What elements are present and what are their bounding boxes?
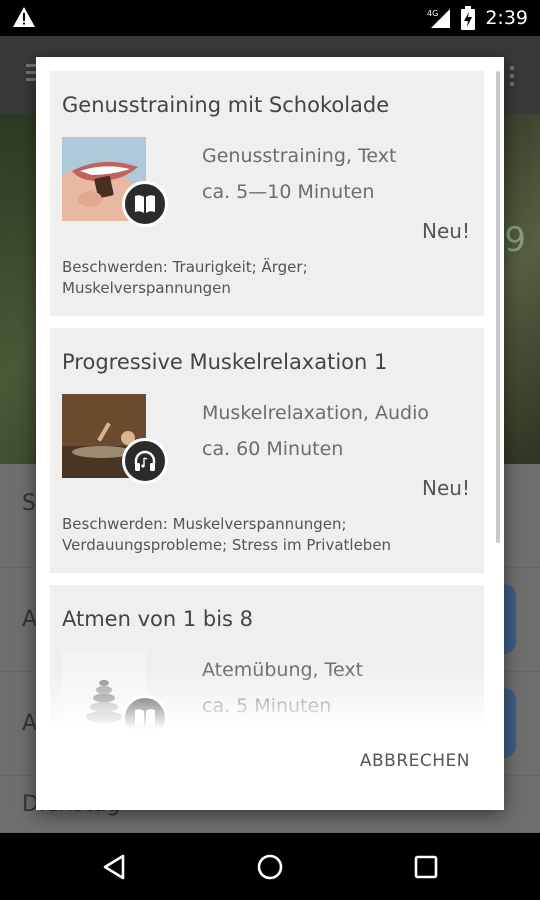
exercise-card-atmen[interactable]: Atmen von 1 bis 8 Atemübung, Text ca. 5 …: [50, 585, 484, 729]
headphones-icon: [122, 438, 168, 484]
navigation-bar: [0, 833, 540, 900]
signal-icon: 4G: [427, 9, 451, 28]
list-scrollbar[interactable]: [496, 71, 500, 543]
card-title: Atmen von 1 bis 8: [62, 607, 254, 631]
new-badge: Neu!: [422, 219, 470, 243]
card-type: Genusstraining, Text: [202, 145, 397, 167]
hero-number: 9: [504, 220, 526, 260]
back-button[interactable]: [96, 849, 132, 885]
card-duration: ca. 5—10 Minuten: [202, 181, 375, 203]
recents-button[interactable]: [408, 849, 444, 885]
exercise-card-muskelrelaxation[interactable]: Progressive Muskelrelaxation 1 Muskelrel…: [50, 328, 484, 573]
card-complaints: Beschwerden: Muskelverspannungen; Verdau…: [62, 515, 392, 554]
book-icon: [122, 695, 168, 729]
cancel-button[interactable]: ABBRECHEN: [360, 751, 470, 771]
card-title: Genusstraining mit Schokolade: [62, 93, 390, 117]
recents-icon: [414, 855, 438, 879]
warning-icon: [13, 7, 35, 27]
dialog-actions: ABBRECHEN: [36, 729, 504, 810]
clock: 2:39: [485, 7, 528, 29]
book-icon: [122, 181, 168, 227]
exercise-card-genusstraining[interactable]: Genusstraining mit Schokolade Genusstrai…: [50, 71, 484, 316]
exercise-list[interactable]: Genusstraining mit Schokolade Genusstrai…: [36, 57, 504, 729]
network-label: 4G: [427, 9, 438, 18]
status-bar: 4G 2:39: [0, 0, 540, 36]
card-type: Atemübung, Text: [202, 659, 364, 681]
card-title: Progressive Muskelrelaxation 1: [62, 350, 388, 374]
card-duration: ca. 5 Minuten: [202, 695, 332, 717]
card-type: Muskelrelaxation, Audio: [202, 402, 429, 424]
card-complaints: Beschwerden: Traurigkeit; Ärger; Muskelv…: [62, 258, 308, 297]
battery-charging-icon: [461, 6, 476, 30]
home-button[interactable]: [252, 849, 288, 885]
home-icon: [257, 854, 283, 880]
new-badge: Neu!: [422, 476, 470, 500]
overflow-menu-icon: [510, 66, 514, 70]
card-duration: ca. 60 Minuten: [202, 438, 344, 460]
exercise-picker-dialog: Genusstraining mit Schokolade Genusstrai…: [36, 57, 504, 810]
back-icon: [103, 854, 125, 880]
